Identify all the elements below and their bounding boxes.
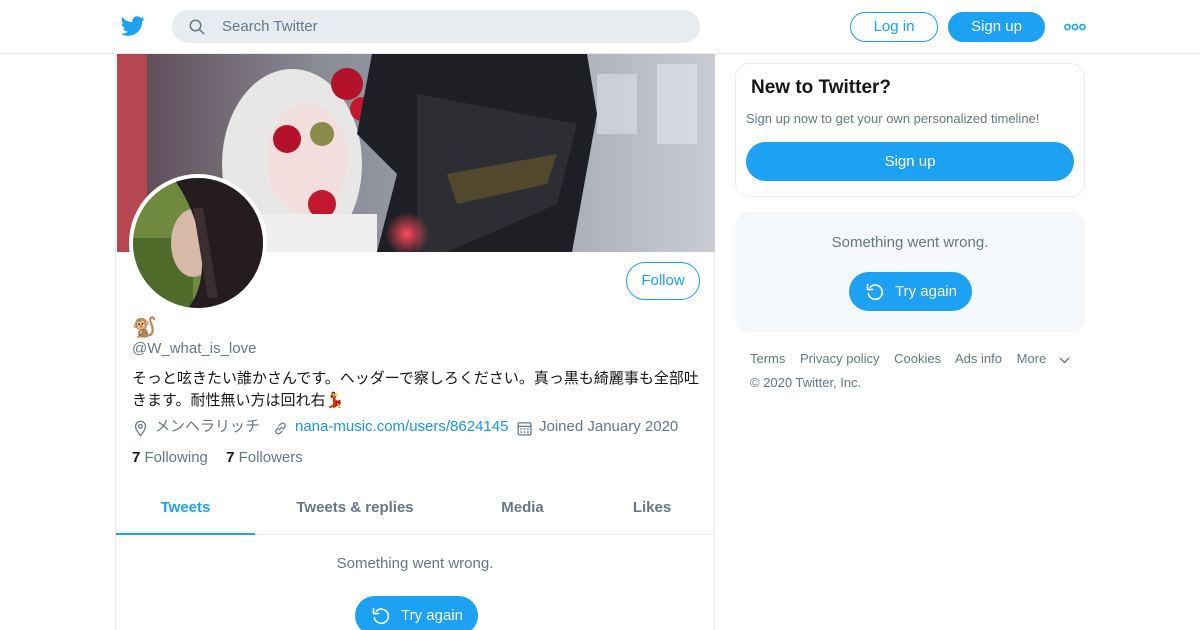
signup-button[interactable]: Sign up [948,12,1045,42]
followers-count: 7 [226,449,235,466]
footer-link-ads-info[interactable]: Ads info [955,351,1002,366]
tab-likes[interactable]: Likes [590,486,714,535]
new-to-twitter-text: Sign up now to get your own personalized… [746,111,1040,126]
footer-link-cookies[interactable]: Cookies [894,351,941,366]
footer-more-label: More [1016,351,1047,366]
timeline-try-again-label: Try again [401,607,463,624]
new-to-twitter-title: New to Twitter? [751,77,892,98]
sidebar-error-message: Something went wrong. [831,234,989,251]
sidebar-error-card: Something went wrong. Try again [735,212,1085,332]
refresh-icon [866,283,884,301]
following-count: 7 [132,449,141,466]
twitter-bird-icon[interactable] [120,14,146,38]
profile-handle[interactable]: @W_what_is_love [132,340,256,357]
search-input[interactable] [222,10,682,43]
followers-label: Followers [238,449,303,466]
profile-bio: そっと呟きたい誰かさんです。ヘッダーで察しろください。真っ黒も綺麗事も全部吐きま… [132,370,699,409]
profile-tabs: Tweets Tweets & replies Media Likes [116,486,714,535]
top-navigation-bar: Log in Sign up [0,0,1200,54]
profile-location-text: メンヘラリッチ [155,418,261,435]
profile-display-name: 🐒 [132,317,157,339]
tab-tweets-and-replies[interactable]: Tweets & replies [255,486,455,535]
search-icon [189,19,205,35]
login-button[interactable]: Log in [850,12,938,42]
profile-avatar[interactable] [129,174,267,312]
followers-link[interactable]: 7 Followers [226,449,303,466]
sidebar-signup-button[interactable]: Sign up [746,142,1074,181]
footer-link-terms[interactable]: Terms [750,351,785,366]
more-dots-icon[interactable] [1064,18,1086,36]
profile-counts: 7 Following 7 Followers [132,449,303,466]
footer-copyright: © 2020 Twitter, Inc. [750,375,862,390]
follow-button[interactable]: Follow [626,262,700,300]
link-icon [275,422,286,435]
sidebar-try-again-button[interactable]: Try again [849,272,972,311]
footer-link-more[interactable]: More [1017,351,1071,366]
timeline-error-message: Something went wrong. [336,555,494,572]
sidebar-try-again-label: Try again [895,283,957,300]
search-box[interactable] [172,10,700,43]
calendar-icon [517,422,532,436]
profile-joined-text: Joined January 2020 [539,418,679,435]
following-link[interactable]: 7 Following [132,449,208,466]
tab-tweets[interactable]: Tweets [116,486,255,535]
timeline-try-again-button[interactable]: Try again [355,596,478,630]
following-label: Following [144,449,208,466]
footer-links: Terms Privacy policy Cookies Ads info Mo… [750,351,1081,366]
refresh-icon [372,607,390,625]
new-to-twitter-card: New to Twitter? Sign up now to get your … [735,63,1085,197]
chevron-down-icon [1059,357,1070,364]
profile-column: Follow 🐒 @W_what_is_love そっと呟きたい誰かさんです。ヘ… [115,54,715,630]
location-pin-icon [134,420,147,437]
footer-link-privacy[interactable]: Privacy policy [800,351,879,366]
tab-media[interactable]: Media [455,486,590,535]
profile-website-link[interactable]: nana-music.com/users/8624145 [295,417,508,437]
